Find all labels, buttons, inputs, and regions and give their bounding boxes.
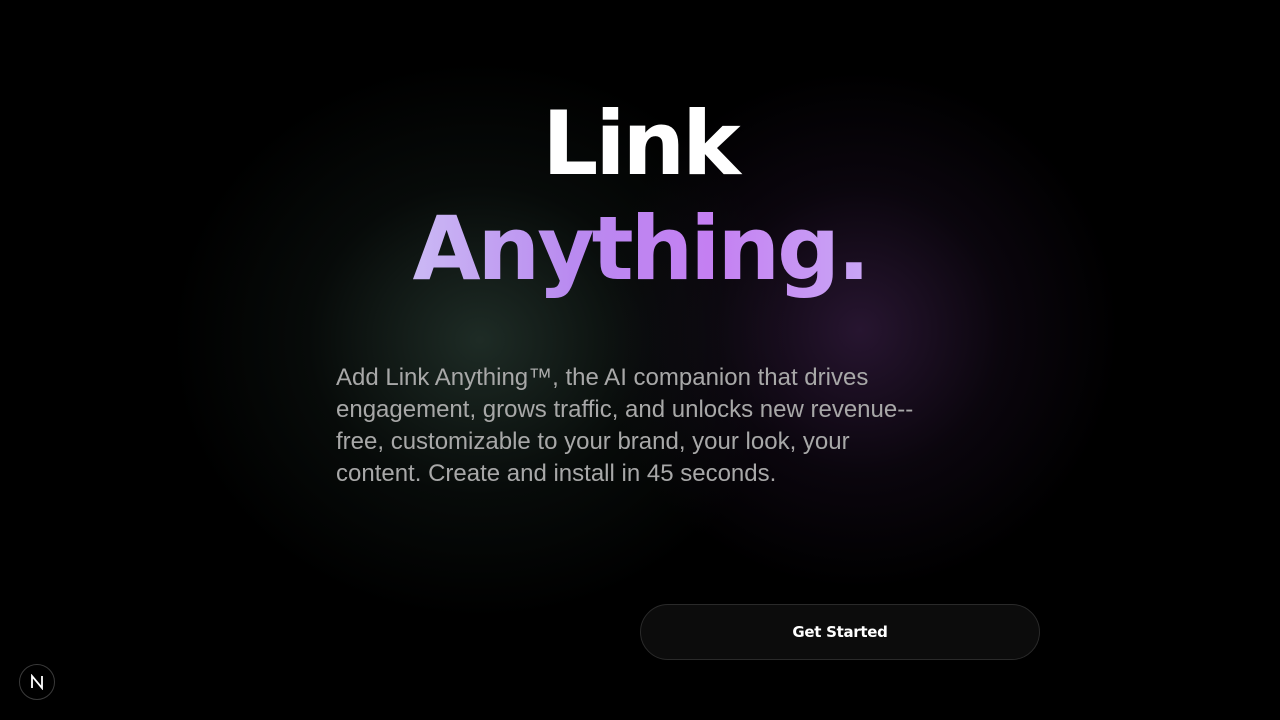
headline-gradient-text: Anything. xyxy=(412,197,870,300)
landing-page: Link Anything. Add Link Anything™, the A… xyxy=(0,0,1280,720)
headline-line-1: Link xyxy=(542,92,740,195)
get-started-button[interactable]: Get Started xyxy=(640,604,1040,660)
headline-line-2: Anything. xyxy=(0,205,1280,293)
n-logo-icon xyxy=(31,674,43,690)
hero-description: Add Link Anything™, the AI companion tha… xyxy=(336,364,914,487)
dev-badge[interactable] xyxy=(19,664,55,700)
